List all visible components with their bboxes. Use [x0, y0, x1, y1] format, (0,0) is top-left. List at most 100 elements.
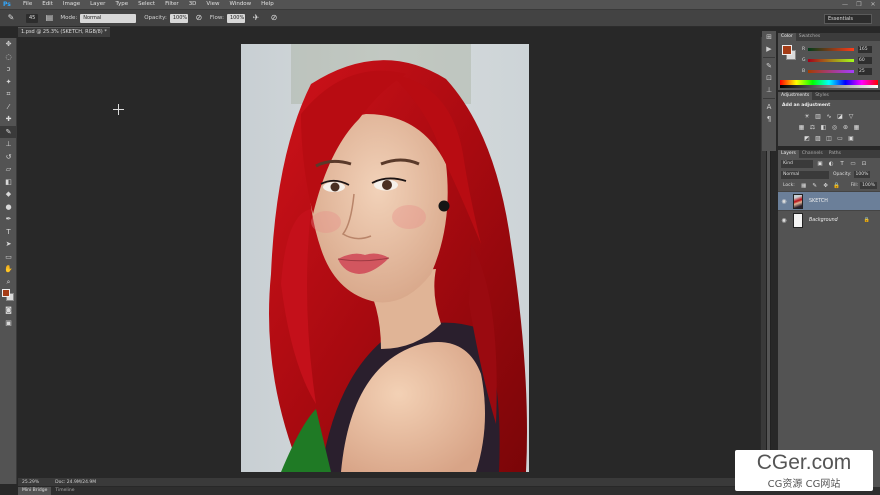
minimize-button[interactable]: — — [838, 0, 852, 9]
visibility-eye-icon[interactable]: ◉ — [778, 217, 790, 224]
color-lookup-icon[interactable]: ▦ — [853, 124, 861, 132]
document-canvas[interactable] — [241, 44, 529, 472]
pressure-size-icon[interactable]: ⊘ — [267, 11, 281, 25]
brush-icon[interactable]: ✎ — [0, 125, 17, 138]
brush-panel-toggle-icon[interactable]: ▤ — [42, 11, 56, 25]
photo-filter-icon[interactable]: ◎ — [831, 124, 839, 132]
menu-layer[interactable]: Layer — [85, 0, 110, 9]
layer-name[interactable]: Background — [809, 218, 838, 223]
pixel-filter-icon[interactable]: ▣ — [816, 160, 824, 168]
menu-view[interactable]: View — [201, 0, 224, 9]
menu-filter[interactable]: Filter — [160, 0, 184, 9]
gradient-map-icon[interactable]: ▭ — [836, 135, 844, 143]
menu-type[interactable]: Type — [110, 0, 133, 9]
color-swatches[interactable] — [0, 288, 16, 304]
lock-position-icon[interactable]: ✥ — [822, 182, 830, 190]
document-tab[interactable]: 1.psd @ 25.3% (SKETCH, RGB/8) * — [18, 27, 110, 37]
eraser-icon[interactable]: ▱ — [0, 163, 17, 176]
layer-row-background[interactable]: ◉ Background 🔒 — [778, 210, 880, 229]
hand-icon[interactable]: ✋ — [0, 263, 17, 276]
menu-window[interactable]: Window — [224, 0, 256, 9]
hue-saturation-icon[interactable]: ▦ — [798, 124, 806, 132]
crop-icon[interactable]: ⌗ — [0, 88, 17, 101]
threshold-icon[interactable]: ◫ — [825, 135, 833, 143]
airbrush-icon[interactable]: ✈ — [249, 11, 263, 25]
actions-panel-icon[interactable]: ▶ — [762, 43, 776, 55]
layer-kind-filter[interactable]: Kind — [781, 159, 813, 168]
tab-layers[interactable]: Layers — [778, 150, 799, 158]
tab-mini-bridge[interactable]: Mini Bridge — [18, 487, 52, 495]
lasso-icon[interactable]: ↄ — [0, 63, 17, 76]
dodge-icon[interactable]: ● — [0, 201, 17, 214]
type-filter-icon[interactable]: T — [838, 160, 846, 168]
green-value[interactable]: 60 — [858, 56, 872, 64]
quick-select-icon[interactable]: ✦ — [0, 76, 17, 89]
color-spectrum-bar[interactable] — [780, 80, 878, 88]
close-button[interactable]: ✕ — [866, 0, 880, 9]
red-slider[interactable] — [808, 47, 854, 51]
move-icon[interactable]: ✥ — [0, 38, 17, 51]
blue-slider[interactable] — [808, 69, 854, 73]
tab-paths[interactable]: Paths — [826, 150, 844, 158]
smart-object-filter-icon[interactable]: ⊡ — [860, 160, 868, 168]
menu-image[interactable]: Image — [58, 0, 85, 9]
foreground-color-swatch[interactable] — [782, 45, 792, 55]
black-white-icon[interactable]: ◧ — [820, 124, 828, 132]
menu-select[interactable]: Select — [133, 0, 160, 9]
gradient-icon[interactable]: ◧ — [0, 176, 17, 189]
marquee-icon[interactable]: ◌ — [0, 51, 17, 64]
color-balance-icon[interactable]: ⚖ — [809, 124, 817, 132]
opacity-field[interactable]: 100% — [169, 13, 188, 23]
brush-presets-icon[interactable]: ⊡ — [762, 72, 776, 84]
tab-timeline[interactable]: Timeline — [51, 487, 78, 495]
clone-source-icon[interactable]: ⊥ — [762, 84, 776, 96]
menu-3d[interactable]: 3D — [184, 0, 202, 9]
zoom-icon[interactable]: ⌕ — [0, 276, 17, 289]
foreground-color-swatch[interactable] — [2, 289, 10, 297]
eyedropper-icon[interactable]: ⁄ — [0, 101, 17, 114]
paragraph-panel-icon[interactable]: ¶ — [762, 113, 776, 125]
selective-color-icon[interactable]: ▣ — [847, 135, 855, 143]
exposure-icon[interactable]: ◪ — [836, 113, 844, 121]
lock-transparent-icon[interactable]: ▦ — [800, 182, 808, 190]
tab-channels[interactable]: Channels — [799, 150, 826, 158]
flow-field[interactable]: 100% — [226, 13, 245, 23]
brush-size-picker[interactable]: 45 — [26, 13, 39, 23]
quick-mask-icon[interactable]: ◙ — [0, 304, 17, 317]
pen-icon[interactable]: ✒ — [0, 213, 17, 226]
vibrance-icon[interactable]: ▽ — [847, 113, 855, 121]
tab-styles[interactable]: Styles — [812, 92, 832, 100]
history-panel-icon[interactable]: ⊞ — [762, 31, 776, 43]
curves-icon[interactable]: ∿ — [825, 113, 833, 121]
visibility-eye-icon[interactable]: ◉ — [778, 198, 790, 205]
brush-preset-icon[interactable]: ✎ — [4, 11, 18, 25]
brightness-contrast-icon[interactable]: ☀ — [803, 113, 811, 121]
tab-color[interactable]: Color — [778, 33, 796, 41]
adjustment-filter-icon[interactable]: ◐ — [827, 160, 835, 168]
fill-field[interactable]: 100% — [860, 182, 877, 189]
workspace-switcher[interactable]: Essentials — [824, 14, 872, 24]
menu-help[interactable]: Help — [256, 0, 279, 9]
channel-mixer-icon[interactable]: ⊛ — [842, 124, 850, 132]
red-value[interactable]: 165 — [858, 45, 872, 53]
history-brush-icon[interactable]: ↺ — [0, 151, 17, 164]
clone-stamp-icon[interactable]: ⊥ — [0, 138, 17, 151]
invert-icon[interactable]: ◩ — [803, 135, 811, 143]
menu-edit[interactable]: Edit — [37, 0, 58, 9]
green-slider[interactable] — [808, 58, 854, 62]
layer-row-sketch[interactable]: ◉ SKETCH — [778, 191, 880, 210]
path-select-icon[interactable]: ➤ — [0, 238, 17, 251]
blur-icon[interactable]: ◆ — [0, 188, 17, 201]
restore-button[interactable]: ❐ — [852, 0, 866, 9]
lock-pixels-icon[interactable]: ✎ — [811, 182, 819, 190]
rectangle-icon[interactable]: ▭ — [0, 251, 17, 264]
lock-all-icon[interactable]: 🔒 — [833, 182, 841, 190]
posterize-icon[interactable]: ▨ — [814, 135, 822, 143]
mode-select[interactable]: Normal — [80, 13, 137, 23]
doc-size-info[interactable]: Doc: 24.9M/24.9M — [51, 480, 100, 485]
blue-value[interactable]: 25 — [858, 67, 872, 75]
screen-mode-icon[interactable]: ▣ — [0, 317, 17, 330]
shape-filter-icon[interactable]: ▭ — [849, 160, 857, 168]
type-icon[interactable]: T — [0, 226, 17, 239]
blend-mode-select[interactable]: Normal — [781, 170, 829, 179]
